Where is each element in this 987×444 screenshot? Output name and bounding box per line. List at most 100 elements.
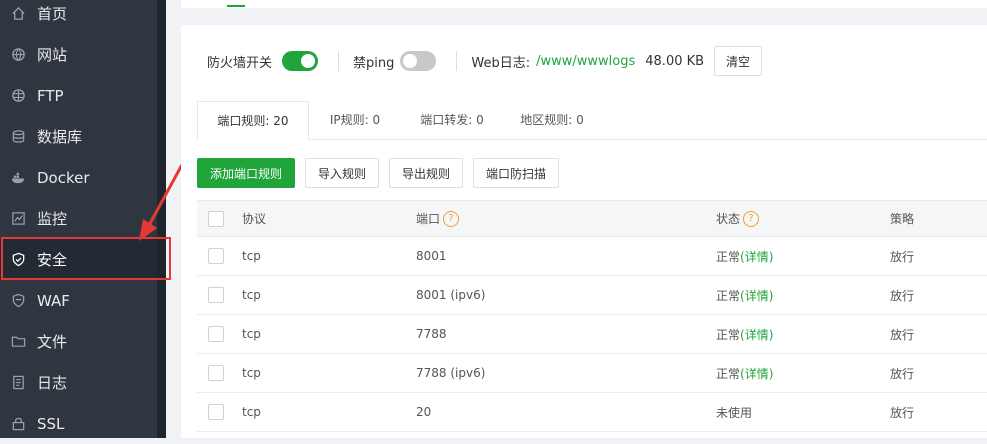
- column-policy: 策略: [890, 200, 987, 237]
- web-log-size: 48.00 KB: [645, 53, 705, 69]
- row-status: 正常(详情): [716, 275, 890, 315]
- row-status: 未使用: [716, 392, 890, 432]
- table-header-row: 协议 端口? 状态? 策略: [197, 200, 987, 237]
- ftp-icon: [10, 88, 26, 104]
- sidebar-item-label: 数据库: [37, 128, 83, 146]
- table-row: tcp 20 未使用 放行: [197, 392, 987, 432]
- sidebar-item-home[interactable]: 首页: [0, 0, 157, 34]
- row-status-text: 正常: [716, 249, 741, 264]
- sidebar-item-label: 监控: [37, 210, 68, 228]
- ssl-icon: [10, 416, 26, 432]
- sidebar-item-label: 日志: [37, 374, 68, 392]
- help-icon[interactable]: ?: [443, 211, 460, 228]
- web-log-path-link[interactable]: /www/wwwlogs: [536, 54, 635, 69]
- sidebar-item-ftp[interactable]: FTP: [0, 75, 157, 116]
- row-detail-link[interactable]: (详情): [740, 367, 773, 381]
- row-policy: 放行: [890, 392, 987, 432]
- add-port-rule-button[interactable]: 添加端口规则: [197, 158, 295, 188]
- divider: [456, 51, 458, 71]
- row-detail-link[interactable]: (详情): [740, 328, 773, 342]
- row-protocol: tcp: [242, 353, 416, 393]
- sidebar-item-waf[interactable]: WAF: [0, 280, 157, 321]
- globe-icon: [10, 47, 26, 63]
- row-port: 8001 (ipv6): [416, 275, 716, 315]
- row-checkbox[interactable]: [208, 326, 224, 342]
- firewall-toggle[interactable]: [282, 51, 319, 71]
- port-rules-table: 协议 端口? 状态? 策略 tcp 8001 正常(详情) 放行 tcp 800…: [197, 200, 987, 432]
- row-protocol: tcp: [242, 314, 416, 354]
- clear-log-button[interactable]: 清空: [714, 46, 763, 76]
- port-scan-protection-button[interactable]: 端口防扫描: [473, 158, 559, 188]
- sidebar-item-label: 首页: [37, 5, 68, 23]
- row-checkbox[interactable]: [208, 287, 224, 303]
- row-protocol: tcp: [242, 392, 416, 432]
- ping-label: 禁ping: [353, 55, 395, 71]
- help-icon[interactable]: ?: [743, 211, 760, 228]
- column-protocol: 协议: [242, 200, 416, 237]
- monitor-icon: [10, 211, 26, 227]
- row-status-text: 未使用: [716, 405, 753, 420]
- row-protocol: tcp: [242, 275, 416, 315]
- sidebar-item-monitor[interactable]: 监控: [0, 198, 157, 239]
- firewall-toolbar: 防火墙开关 禁ping Web日志: /www/wwwlogs 48.00 KB…: [207, 45, 763, 77]
- sidebar-item-label: Docker: [37, 168, 90, 187]
- row-policy: 放行: [890, 314, 987, 354]
- column-port-label: 端口: [416, 211, 441, 226]
- row-status-text: 正常: [716, 288, 741, 303]
- folder-icon: [10, 334, 26, 350]
- table-row: tcp 8001 正常(详情) 放行: [197, 236, 987, 276]
- top-panel: [181, 0, 987, 8]
- firewall-switch-label: 防火墙开关: [207, 55, 273, 71]
- row-protocol: tcp: [242, 236, 416, 276]
- row-status: 正常(详情): [716, 236, 890, 276]
- docker-icon: [10, 170, 26, 186]
- row-status-text: 正常: [716, 327, 741, 342]
- row-port: 8001: [416, 236, 716, 276]
- row-policy: 放行: [890, 236, 987, 276]
- row-port: 7788: [416, 314, 716, 354]
- column-port: 端口?: [416, 200, 716, 237]
- table-row: tcp 7788 (ipv6) 正常(详情) 放行: [197, 353, 987, 393]
- sidebar: 首页 网站 FTP 数据库 Docker 监控 安全 WAF 文件 日志 SSL: [0, 0, 157, 438]
- sidebar-item-label: WAF: [37, 291, 70, 310]
- firewall-panel: 防火墙开关 禁ping Web日志: /www/wwwlogs 48.00 KB…: [181, 25, 987, 438]
- table-row: tcp 7788 正常(详情) 放行: [197, 314, 987, 354]
- column-status-label: 状态: [716, 211, 741, 226]
- web-log-label: Web日志:: [471, 55, 531, 71]
- row-checkbox[interactable]: [208, 248, 224, 264]
- database-icon: [10, 129, 26, 145]
- sidebar-item-logs[interactable]: 日志: [0, 362, 157, 403]
- tab-region-rules[interactable]: 地区规则: 0: [507, 101, 597, 139]
- row-status: 正常(详情): [716, 314, 890, 354]
- row-port: 20: [416, 392, 716, 432]
- row-detail-link[interactable]: (详情): [740, 250, 773, 264]
- tab-port-rules[interactable]: 端口规则: 20: [197, 101, 309, 140]
- select-all-checkbox[interactable]: [208, 210, 224, 227]
- sidebar-item-label: 文件: [37, 333, 68, 351]
- table-row: tcp 8001 (ipv6) 正常(详情) 放行: [197, 275, 987, 315]
- row-policy: 放行: [890, 353, 987, 393]
- column-status: 状态?: [716, 200, 890, 237]
- row-detail-link[interactable]: (详情): [740, 289, 773, 303]
- divider: [338, 51, 340, 71]
- export-rules-button[interactable]: 导出规则: [389, 158, 463, 188]
- sidebar-item-website[interactable]: 网站: [0, 34, 157, 75]
- row-port: 7788 (ipv6): [416, 353, 716, 393]
- sidebar-item-files[interactable]: 文件: [0, 321, 157, 362]
- import-rules-button[interactable]: 导入规则: [305, 158, 379, 188]
- rule-tabs: 端口规则: 20 IP规则: 0 端口转发: 0 地区规则: 0: [197, 101, 987, 140]
- tab-port-forward[interactable]: 端口转发: 0: [407, 101, 497, 139]
- row-status-text: 正常: [716, 366, 741, 381]
- waf-icon: [10, 293, 26, 309]
- row-checkbox[interactable]: [208, 404, 224, 420]
- row-policy: 放行: [890, 275, 987, 315]
- ping-toggle[interactable]: [400, 51, 437, 71]
- sidebar-item-label: FTP: [37, 86, 64, 105]
- tab-ip-rules[interactable]: IP规则: 0: [315, 101, 395, 139]
- active-tab-indicator: [227, 5, 245, 7]
- home-icon: [10, 6, 26, 22]
- row-checkbox[interactable]: [208, 365, 224, 381]
- sidebar-item-database[interactable]: 数据库: [0, 116, 157, 157]
- sidebar-item-label: 网站: [37, 46, 68, 64]
- sidebar-item-docker[interactable]: Docker: [0, 157, 157, 198]
